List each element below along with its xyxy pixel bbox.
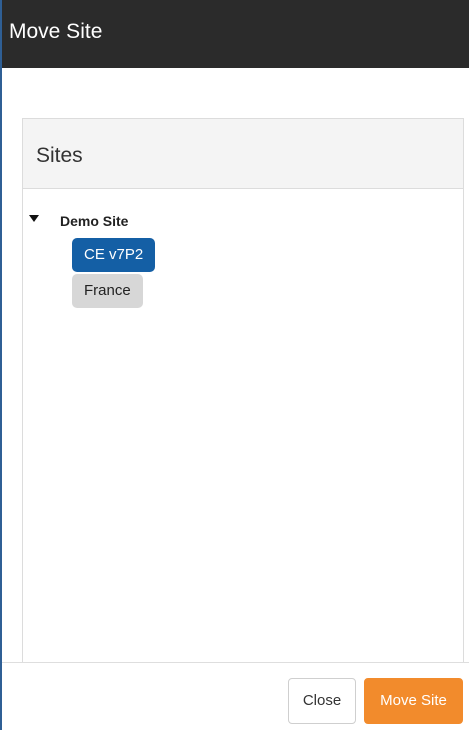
tree-node-france[interactable]: France: [72, 274, 143, 308]
sites-panel: Sites Demo Site CE v7P2 France: [22, 118, 464, 730]
tree-node-ce-v7p2[interactable]: CE v7P2: [72, 238, 156, 272]
tree-node-label[interactable]: Demo Site: [60, 211, 128, 231]
move-site-button[interactable]: Move Site: [364, 678, 463, 724]
caret-down-icon[interactable]: [29, 215, 39, 222]
dialog-footer: Close Move Site: [2, 662, 469, 730]
sites-panel-heading: Sites: [23, 119, 463, 189]
dialog-header: Move Site: [2, 0, 469, 68]
sites-panel-title: Sites: [36, 144, 83, 167]
close-button[interactable]: Close: [288, 678, 356, 724]
move-site-dialog: Move Site Sites Demo Site CE v7P2 France…: [0, 0, 469, 730]
dialog-title: Move Site: [9, 20, 103, 43]
